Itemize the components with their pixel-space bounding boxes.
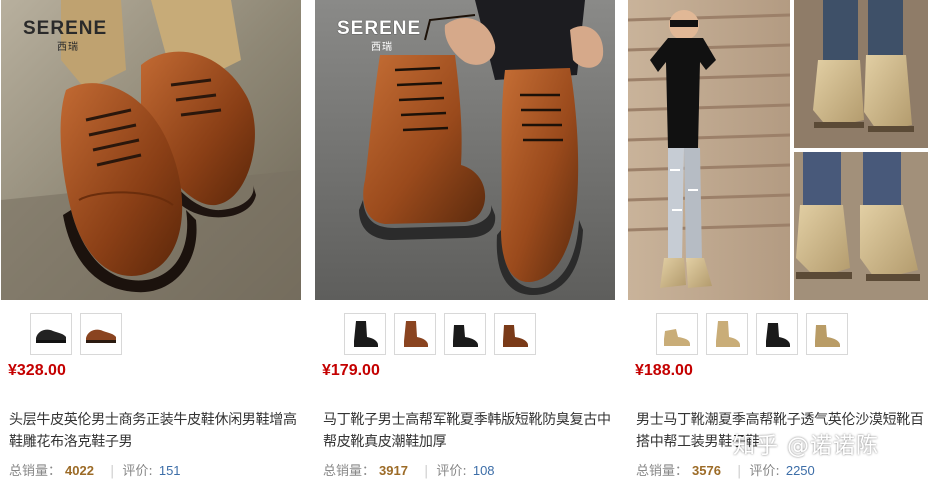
sales-label: 总销量：	[9, 464, 62, 479]
sales-count: 3917	[379, 463, 408, 478]
brown-boot-icon	[503, 325, 528, 347]
product-stats: 总销量： 3576 | 评价: 2250	[636, 460, 815, 479]
thumbnail-strip	[656, 313, 848, 355]
stats-divider: |	[736, 464, 742, 479]
brand-logo: SERENE 西瑞	[23, 18, 143, 53]
product-main-image[interactable]: SERENE 西瑞	[1, 0, 301, 300]
tan-boot-icon	[716, 321, 740, 347]
review-label: 评价:	[122, 464, 157, 479]
review-label: 评价:	[436, 464, 471, 479]
sales-count: 3576	[692, 463, 721, 478]
review-label: 评价:	[749, 464, 784, 479]
review-count[interactable]: 2250	[786, 463, 815, 478]
review-count[interactable]: 151	[159, 463, 181, 478]
thumbnail-brown-martin-boot-2[interactable]	[494, 313, 536, 355]
thumbnail-black-martin-boot-2[interactable]	[444, 313, 486, 355]
sales-label: 总销量：	[323, 464, 376, 479]
thumbnail-tan-high-boot[interactable]	[706, 313, 748, 355]
sales-count: 4022	[65, 463, 94, 478]
product-main-image[interactable]: SERENE 西瑞	[315, 0, 615, 300]
product-card[interactable]: SERENE 西瑞 ¥179.00 马丁靴子男士高帮军靴夏季韩版短靴防臭复古中帮…	[314, 0, 616, 484]
brand-logo: SERENE 西瑞	[337, 18, 457, 53]
sand-boot-icon	[815, 325, 840, 347]
zhihu-watermark: 知乎 @诺诺陈	[733, 434, 879, 459]
brown-shoe-icon	[86, 329, 116, 343]
black-shoe-icon	[36, 329, 66, 343]
product-main-image[interactable]	[628, 0, 928, 300]
black-boot-icon	[354, 321, 378, 347]
product-price: ¥328.00	[8, 362, 66, 379]
product-price: ¥188.00	[635, 362, 693, 379]
thumbnail-sand-high-boot[interactable]	[806, 313, 848, 355]
product-card[interactable]: ¥188.00 男士马丁靴潮夏季高帮靴子透气英伦沙漠短靴百搭中帮工装男鞋子鞋 总…	[627, 0, 929, 484]
product-card[interactable]: SERENE 西瑞 ¥328.00 头层牛皮英伦男士商务正装牛皮鞋休闲男鞋增高鞋…	[0, 0, 302, 484]
tan-desert-boot-collage	[628, 0, 928, 300]
brown-boot-icon	[404, 321, 428, 347]
black-boot-icon	[453, 325, 478, 347]
product-stats: 总销量： 3917 | 评价: 108	[323, 460, 495, 479]
brand-logo-cn: 西瑞	[57, 42, 79, 53]
thumbnail-brown-martin-boot[interactable]	[394, 313, 436, 355]
stats-divider: |	[423, 464, 429, 479]
product-title[interactable]: 头层牛皮英伦男士商务正装牛皮鞋休闲男鞋增高鞋雕花布洛克鞋子男	[9, 409, 299, 453]
product-grid: SERENE 西瑞 ¥328.00 头层牛皮英伦男士商务正装牛皮鞋休闲男鞋增高鞋…	[0, 0, 930, 484]
thumbnail-brown-derby-shoe[interactable]	[80, 313, 122, 355]
review-count[interactable]: 108	[473, 463, 495, 478]
stats-divider: |	[109, 464, 115, 479]
thumbnail-black-martin-boot[interactable]	[344, 313, 386, 355]
thumbnail-strip	[30, 313, 122, 355]
thumbnail-strip	[344, 313, 536, 355]
brand-logo-latin: SERENE	[337, 18, 422, 39]
thumbnail-tan-low-boot[interactable]	[656, 313, 698, 355]
thumbnail-black-derby-shoe[interactable]	[30, 313, 72, 355]
thumbnail-black-high-boot[interactable]	[756, 313, 798, 355]
sales-label: 总销量：	[636, 464, 689, 479]
product-price: ¥179.00	[322, 362, 380, 379]
brand-logo-latin: SERENE	[23, 18, 108, 39]
product-stats: 总销量： 4022 | 评价: 151	[9, 460, 181, 479]
black-boot-icon	[766, 323, 790, 347]
brand-logo-cn: 西瑞	[371, 42, 393, 53]
tan-boot-icon	[664, 329, 690, 346]
product-title[interactable]: 马丁靴子男士高帮军靴夏季韩版短靴防臭复古中帮皮靴真皮潮鞋加厚	[323, 409, 613, 453]
